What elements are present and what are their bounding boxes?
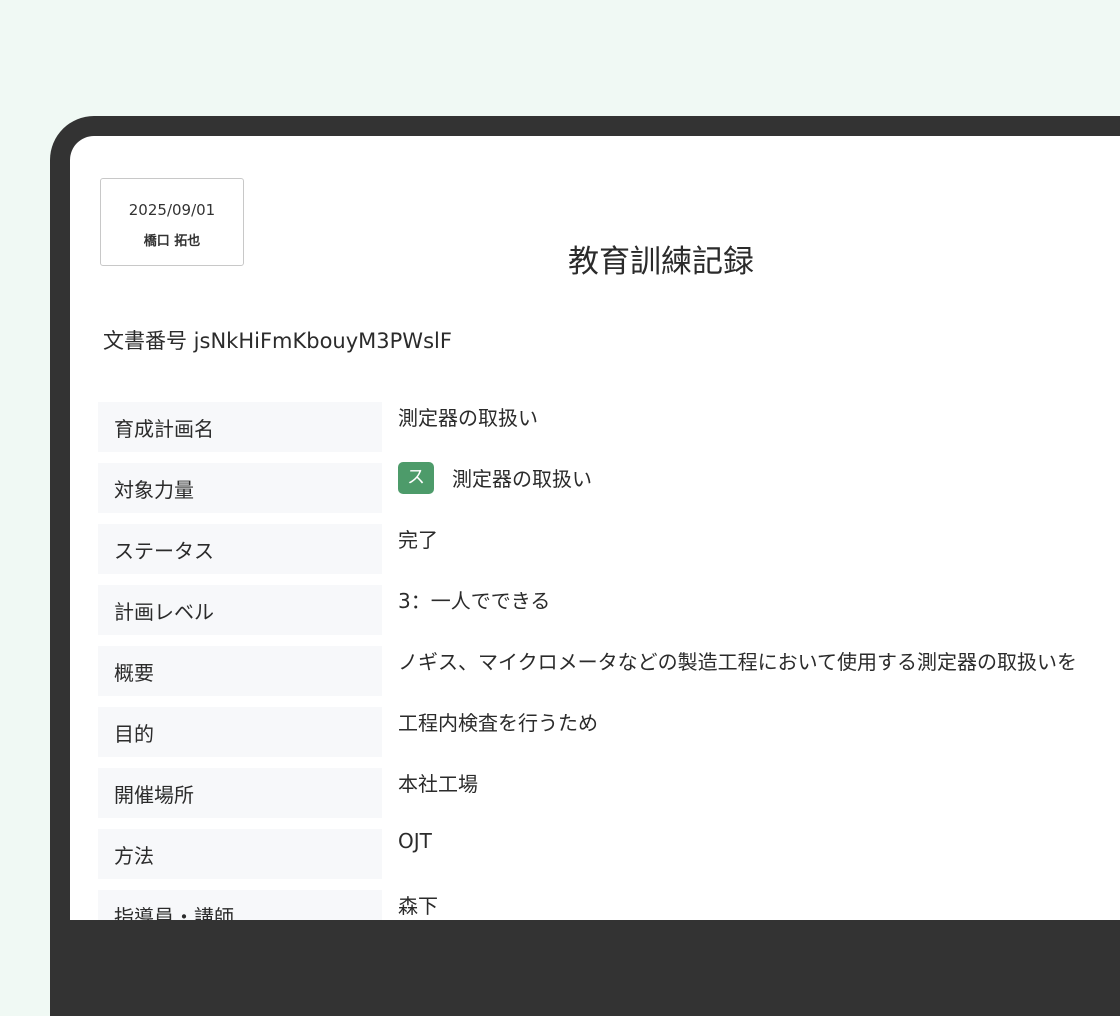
field-row-summary: 概要 ノギス、マイクロメータなどの製造工程において使用する測定器の取扱いを bbox=[98, 646, 1120, 707]
document-screen: 2025/09/01 橋口 拓也 教育訓練記録 文書番号 jsNkHiFmKbo… bbox=[70, 136, 1120, 920]
field-value-with-badge: ス測定器の取扱い bbox=[398, 461, 592, 497]
record-fields: 育成計画名 測定器の取扱い 対象力量 ス測定器の取扱い ステータス 完了 計画レ… bbox=[98, 402, 1120, 920]
field-value: 本社工場 bbox=[398, 772, 478, 796]
field-value: 森下 bbox=[398, 894, 438, 918]
field-value: 測定器の取扱い bbox=[398, 406, 538, 430]
document-number: 文書番号 jsNkHiFmKbouyM3PWslF bbox=[103, 329, 452, 353]
field-label: 目的 bbox=[98, 707, 382, 757]
field-row-status: ステータス 完了 bbox=[98, 524, 1120, 585]
field-label: 概要 bbox=[98, 646, 382, 696]
field-label: 方法 bbox=[98, 829, 382, 879]
field-label: 育成計画名 bbox=[98, 402, 382, 452]
field-label: ステータス bbox=[98, 524, 382, 574]
field-row-plan-level: 計画レベル 3：一人でできる bbox=[98, 585, 1120, 646]
competency-type-badge: ス bbox=[398, 461, 434, 494]
field-value: 3：一人でできる bbox=[398, 589, 551, 613]
field-label: 開催場所 bbox=[98, 768, 382, 818]
field-row-purpose: 目的 工程内検査を行うため bbox=[98, 707, 1120, 768]
field-label: 対象力量 bbox=[98, 463, 382, 513]
page-title: 教育訓練記録 bbox=[568, 244, 754, 280]
field-row-competency: 対象力量 ス測定器の取扱い bbox=[98, 461, 1120, 524]
approval-stamp: 2025/09/01 橋口 拓也 bbox=[100, 178, 244, 266]
field-value: 完了 bbox=[398, 528, 438, 552]
stamp-name: 橋口 拓也 bbox=[143, 234, 201, 249]
field-value: ノギス、マイクロメータなどの製造工程において使用する測定器の取扱いを bbox=[398, 650, 1077, 674]
field-value: OJT bbox=[398, 829, 432, 853]
stamp-date: 2025/09/01 bbox=[128, 201, 216, 219]
field-label: 指導員・講師 bbox=[98, 890, 382, 920]
field-row-venue: 開催場所 本社工場 bbox=[98, 768, 1120, 829]
field-row-instructor: 指導員・講師 森下 bbox=[98, 890, 1120, 920]
field-value: 測定器の取扱い bbox=[452, 467, 592, 491]
field-label: 計画レベル bbox=[98, 585, 382, 635]
field-row-plan-name: 育成計画名 測定器の取扱い bbox=[98, 402, 1120, 463]
field-value: 工程内検査を行うため bbox=[398, 711, 598, 735]
field-row-method: 方法 OJT bbox=[98, 829, 1120, 890]
